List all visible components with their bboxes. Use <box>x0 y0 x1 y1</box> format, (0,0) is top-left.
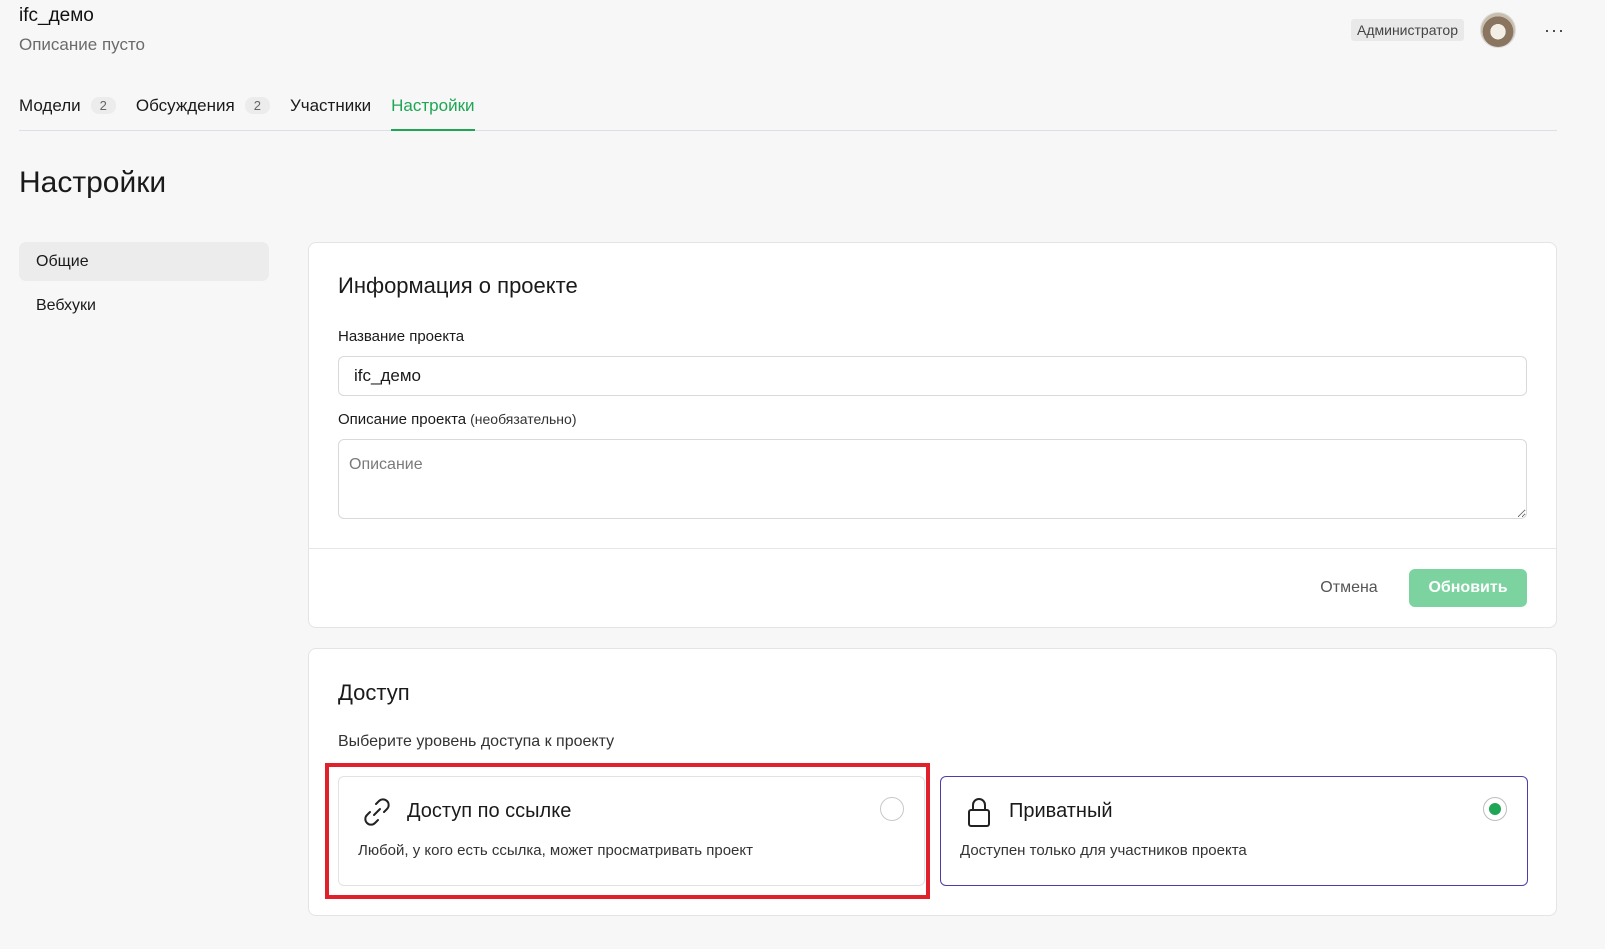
tab-count-badge: 2 <box>90 97 116 114</box>
option-description: Доступен только для участников проекта <box>960 842 1247 859</box>
access-card: Доступ Выберите уровень доступа к проект… <box>308 648 1557 916</box>
project-description: Описание пусто <box>19 35 146 54</box>
tab-label: Модели <box>19 95 81 115</box>
project-description-textarea[interactable] <box>338 439 1527 519</box>
divider <box>309 548 1556 549</box>
avatar[interactable] <box>1480 12 1517 48</box>
option-title: Приватный <box>1009 800 1113 822</box>
link-icon <box>364 798 390 826</box>
tab-label: Настройки <box>391 95 475 115</box>
tab-discussions[interactable]: Обсуждения 2 <box>136 88 270 119</box>
lock-icon <box>968 798 990 827</box>
option-description: Любой, у кого есть ссылка, может просмат… <box>358 842 753 859</box>
tab-count-badge: 2 <box>244 97 270 114</box>
optional-hint: (необязательно) <box>470 411 577 427</box>
project-tabs: Модели 2 Обсуждения 2 Участники Настройк… <box>19 88 1557 131</box>
radio-button[interactable] <box>880 797 904 821</box>
settings-page: ifc_демо Описание пусто Администратор ··… <box>0 0 1605 949</box>
project-name: ifc_демо <box>19 5 94 26</box>
sidenav-item-general[interactable]: Общие <box>19 242 269 281</box>
project-info-card: Информация о проекте Название проекта Оп… <box>308 242 1557 628</box>
tab-label: Участники <box>289 95 372 115</box>
sidenav-item-webhooks[interactable]: Вебхуки <box>19 286 269 325</box>
role-badge: Администратор <box>1351 19 1465 41</box>
option-title: Доступ по ссылке <box>407 800 572 822</box>
update-button[interactable]: Обновить <box>1409 569 1527 607</box>
access-option-link[interactable]: Доступ по ссылке Любой, у кого есть ссыл… <box>338 776 925 886</box>
description-label-text: Описание проекта <box>338 411 467 428</box>
more-options-button[interactable]: ··· <box>1544 20 1565 41</box>
project-description-label: Описание проекта (необязательно) <box>338 411 576 428</box>
radio-button-selected[interactable] <box>1483 797 1507 821</box>
page-title: Настройки <box>19 166 167 199</box>
project-name-label: Название проекта <box>338 328 465 345</box>
tab-members[interactable]: Участники <box>290 88 371 119</box>
project-header: ifc_демо Описание пусто <box>19 4 145 56</box>
tab-settings[interactable]: Настройки <box>391 88 475 131</box>
settings-sidenav: Общие Вебхуки <box>19 242 269 330</box>
card-title: Информация о проекте <box>338 273 578 298</box>
tab-models[interactable]: Модели 2 <box>19 88 116 119</box>
user-area: Администратор ··· <box>1351 12 1565 48</box>
access-subtitle: Выберите уровень доступа к проекту <box>338 733 615 750</box>
access-option-private[interactable]: Приватный Доступен только для участников… <box>940 776 1528 886</box>
project-name-input[interactable] <box>338 356 1527 396</box>
cancel-button[interactable]: Отмена <box>1299 569 1399 607</box>
tab-label: Обсуждения <box>135 95 235 115</box>
card-title: Доступ <box>338 680 410 705</box>
